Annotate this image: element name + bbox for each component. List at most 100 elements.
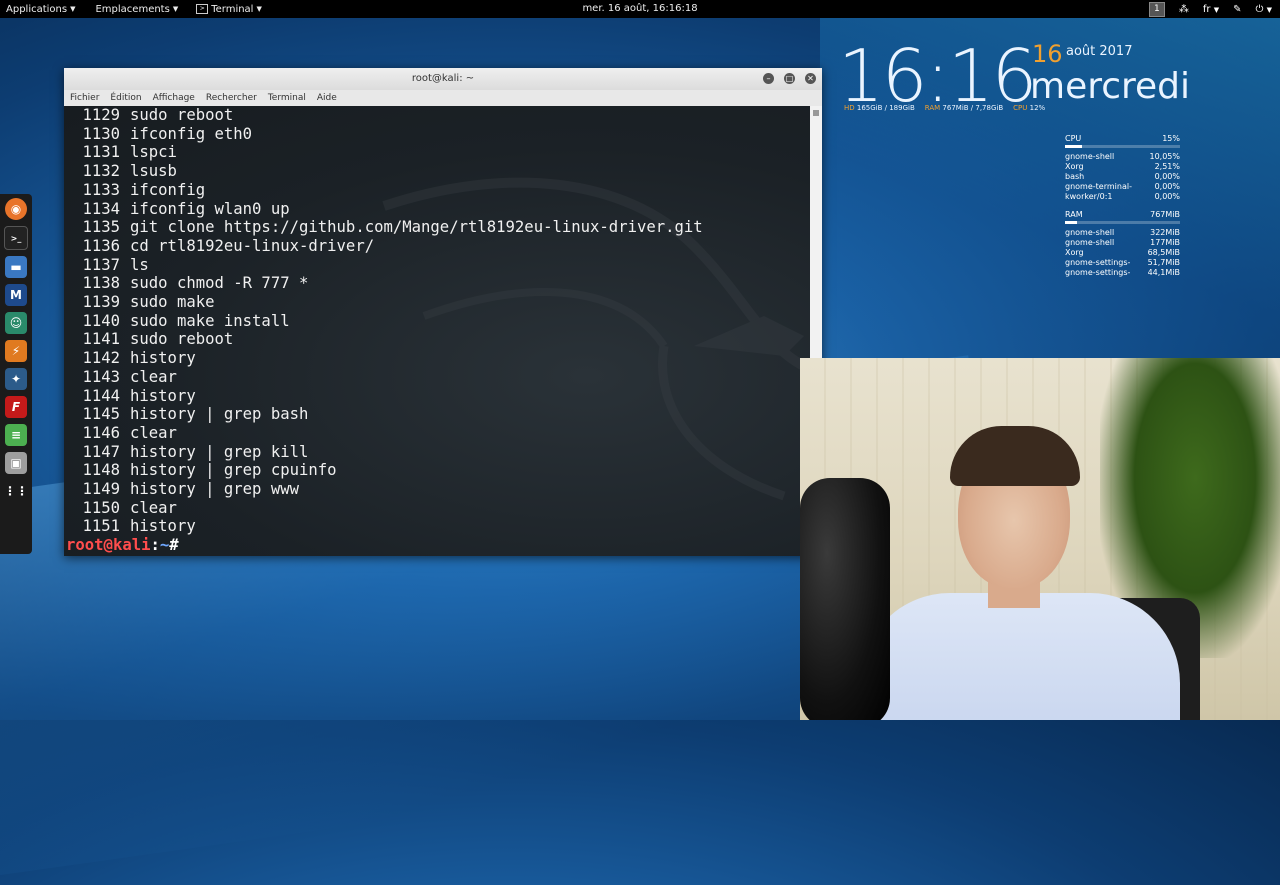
process-name: gnome-shell <box>1065 152 1115 161</box>
history-line: 1151 history <box>74 517 703 536</box>
sm-ram-label: RAM <box>1065 210 1083 219</box>
history-line: 1145 history | grep bash <box>74 405 703 424</box>
applications-menu[interactable]: Applications ▼ <box>0 4 81 15</box>
app-menu-terminal[interactable]: > Terminal ▼ <box>190 4 268 15</box>
history-number: 1148 <box>82 461 120 480</box>
faraday-icon[interactable]: F <box>5 396 27 418</box>
history-number: 1133 <box>82 180 120 199</box>
terminal-titlebar[interactable]: root@kali: ~ – □ ✕ <box>64 68 822 90</box>
history-line: 1149 history | grep www <box>74 480 703 499</box>
app-menu-label: Terminal <box>211 3 254 15</box>
history-command: sudo reboot <box>130 330 234 349</box>
terminal-output[interactable]: 1129 sudo reboot 1130 ifconfig eth0 1131 lspc… <box>64 106 810 556</box>
process-name: gnome-shell <box>1065 238 1115 247</box>
menu-edition[interactable]: Édition <box>110 93 141 103</box>
ram-bar <box>1065 221 1180 224</box>
process-row: gnome-terminal- 0,00% <box>1065 182 1180 192</box>
menu-affichage[interactable]: Affichage <box>153 93 195 103</box>
history-command: ifconfig wlan0 up <box>130 199 290 218</box>
process-value: 322MiB <box>1150 228 1180 237</box>
firefox-icon[interactable]: ◉ <box>5 198 27 220</box>
history-number: 1132 <box>82 162 120 181</box>
history-number: 1143 <box>82 367 120 386</box>
show-apps-icon[interactable]: ⋮⋮ <box>4 480 28 502</box>
history-command: ifconfig <box>130 180 206 199</box>
process-name: gnome-shell <box>1065 228 1115 237</box>
history-command: sudo make <box>130 293 215 312</box>
cpu-process-list: gnome-shell 10,05% Xorg 2,51% bash 0,00% gnome… <box>1065 152 1180 202</box>
maximize-icon[interactable]: □ <box>784 73 795 84</box>
leafpad-icon[interactable]: ≡ <box>5 424 27 446</box>
chevron-down-icon: ▼ <box>1213 5 1220 14</box>
chevron-down-icon: ▼ <box>256 5 262 13</box>
history-number: 1138 <box>82 274 120 293</box>
history-command: git clone https://github.com/Mange/rtl81… <box>130 218 703 237</box>
dock: ◉ >_ ▬ M ☺ ⚡ ✦ F ≡ ▣ ⋮⋮ <box>0 194 32 554</box>
workspace-indicator[interactable]: 1 <box>1148 1 1165 17</box>
minimize-icon[interactable]: – <box>763 73 774 84</box>
maltego-icon[interactable]: ✦ <box>5 368 27 390</box>
process-row: bash 0,00% <box>1065 172 1180 182</box>
history-number: 1142 <box>82 349 120 368</box>
history-number: 1140 <box>82 311 120 330</box>
menu-rechercher[interactable]: Rechercher <box>206 93 257 103</box>
keyboard-layout[interactable]: fr ▼ <box>1203 4 1219 15</box>
history-line: 1139 sudo make <box>74 293 703 312</box>
process-value: 2,51% <box>1154 162 1180 171</box>
history-line: 1138 sudo chmod -R 777 * <box>74 274 703 293</box>
history-line: 1140 sudo make install <box>74 312 703 331</box>
process-value: 68,5MiB <box>1147 248 1180 257</box>
menu-aide[interactable]: Aide <box>317 93 337 103</box>
history-number: 1129 <box>82 106 120 124</box>
history-command: history | grep kill <box>130 442 309 461</box>
history-line: 1144 history <box>74 387 703 406</box>
webcam-person-shirt <box>860 593 1180 720</box>
webcam-microphone <box>800 478 890 720</box>
metasploit-icon[interactable]: M <box>5 284 27 306</box>
terminal-window: root@kali: ~ – □ ✕ Fichier Édition Affic… <box>64 68 822 556</box>
desktop-day-number: 16 <box>1032 40 1063 68</box>
shell-prompt[interactable]: root@kali:~# <box>66 536 179 554</box>
history-number: 1150 <box>82 498 120 517</box>
history-line: 1129 sudo reboot <box>74 106 703 125</box>
history-command: sudo make install <box>130 311 290 330</box>
history-number: 1136 <box>82 236 120 255</box>
terminal-icon[interactable]: >_ <box>4 226 28 250</box>
menu-terminal[interactable]: Terminal <box>268 93 306 103</box>
process-name: gnome-settings- <box>1065 258 1131 267</box>
history-number: 1134 <box>82 199 120 218</box>
process-row: gnome-shell 322MiB <box>1065 228 1180 238</box>
sm-cpu-label: CPU <box>1065 134 1082 143</box>
history-line: 1137 ls <box>74 256 703 275</box>
menu-fichier[interactable]: Fichier <box>70 93 99 103</box>
process-value: 44,1MiB <box>1147 268 1180 277</box>
chevron-down-icon: ▼ <box>172 5 179 13</box>
places-menu[interactable]: Emplacements ▼ <box>89 4 184 15</box>
history-line: 1131 lspci <box>74 143 703 162</box>
ram-label: RAM <box>924 104 941 112</box>
lang-label: fr <box>1202 3 1211 15</box>
history-line: 1143 clear <box>74 368 703 387</box>
history-number: 1146 <box>82 423 120 442</box>
applications-label: Applications <box>6 3 68 15</box>
appstore-icon[interactable]: ▣ <box>5 452 27 474</box>
process-name: Xorg <box>1065 248 1084 257</box>
edit-icon[interactable]: ✎ <box>1233 4 1241 15</box>
history-line: 1130 ifconfig eth0 <box>74 125 703 144</box>
history-command: history <box>130 349 196 368</box>
process-name: gnome-settings- <box>1065 268 1131 277</box>
burpsuite-icon[interactable]: ⚡ <box>5 340 27 362</box>
files-icon[interactable]: ▬ <box>5 256 27 278</box>
close-icon[interactable]: ✕ <box>805 73 816 84</box>
history-number: 1130 <box>82 124 120 143</box>
scrollbar-thumb[interactable] <box>813 110 819 116</box>
armitage-icon[interactable]: ☺ <box>5 312 27 334</box>
process-value: 10,05% <box>1149 152 1180 161</box>
network-icon[interactable]: ⁂ <box>1179 4 1189 15</box>
cpu-value: 12% <box>1029 104 1046 112</box>
history-line: 1147 history | grep kill <box>74 443 703 462</box>
terminal-menubar: Fichier Édition Affichage Rechercher Ter… <box>64 90 822 107</box>
ram-process-list: gnome-shell 322MiB gnome-shell 177MiB Xorg 68… <box>1065 228 1180 278</box>
power-icon[interactable]: ⏻ ▼ <box>1256 4 1272 15</box>
places-label: Emplacements <box>95 3 170 15</box>
